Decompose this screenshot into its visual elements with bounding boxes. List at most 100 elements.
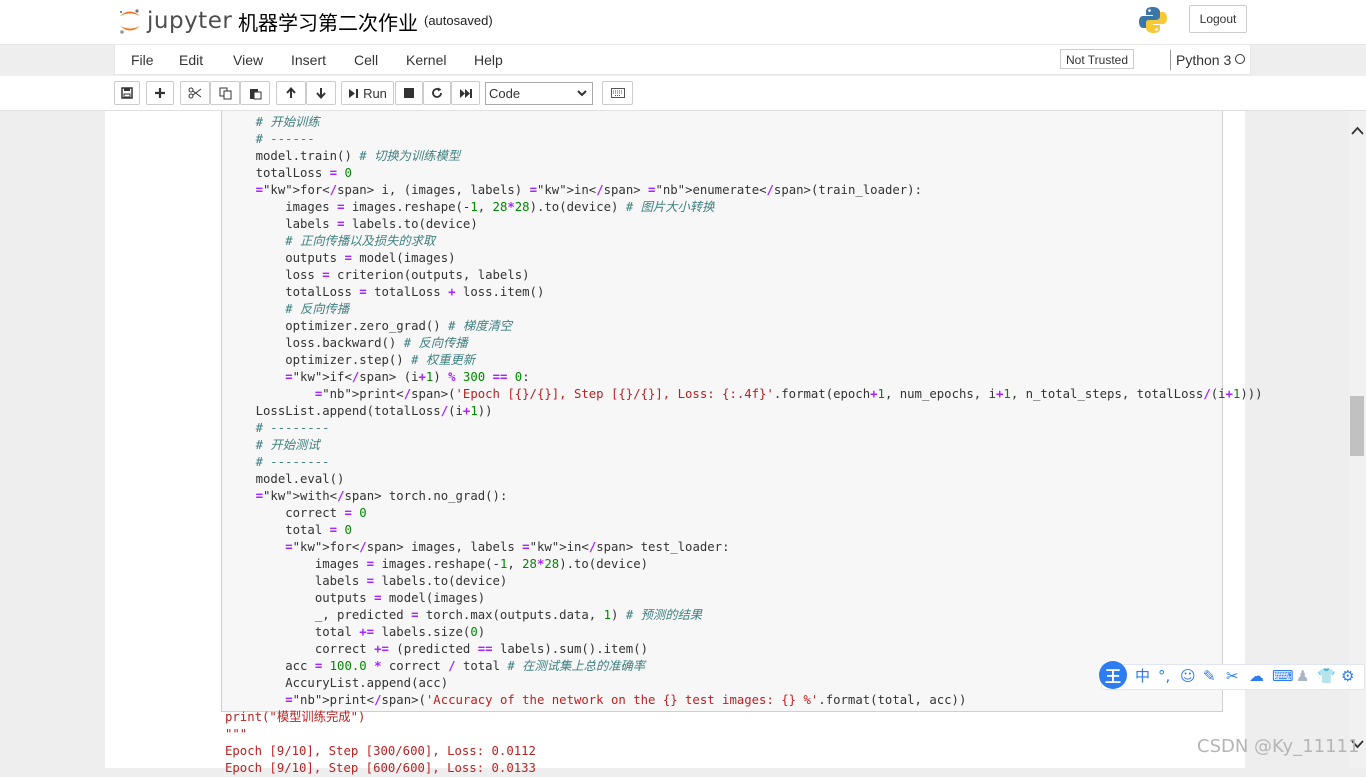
scrollbar-thumb[interactable] [1350, 396, 1364, 456]
code-line: # 反向传播 [285, 302, 350, 316]
code-line: # 正向传播以及损失的求取 [285, 234, 436, 248]
ime-punctuation-icon[interactable]: °, [1158, 668, 1170, 685]
ime-handwriting-icon[interactable]: ✎ [1203, 668, 1216, 685]
menu-edit[interactable]: Edit [179, 52, 203, 68]
logout-button[interactable]: Logout [1189, 5, 1247, 33]
code-line: images = images.reshape(-1, 28*28).to(de… [226, 557, 649, 571]
paste-button[interactable] [240, 81, 270, 105]
trust-status-button[interactable]: Not Trusted [1060, 49, 1135, 69]
restart-run-all-button[interactable] [451, 81, 480, 105]
watermark: CSDN @Ky_11111 [1197, 736, 1360, 757]
ime-screenshot-icon[interactable]: ✂ [1226, 668, 1239, 685]
ime-logo-icon[interactable]: 王 [1099, 661, 1127, 689]
command-palette-button[interactable] [602, 81, 633, 105]
code-line: ="kw">for</span> images, labels ="kw">in… [285, 540, 730, 554]
ime-skin-icon[interactable]: 👕 [1317, 668, 1336, 685]
step-forward-icon [349, 88, 359, 98]
code-line: LossList.append(totalLoss/(i+1)) [226, 404, 493, 418]
code-line: correct = 0 [226, 506, 367, 520]
copy-button[interactable] [210, 81, 240, 105]
code-line: labels = labels.to(device) [226, 574, 508, 588]
code-line: ="kw">if</span> (i+1) % 300 == 0: [285, 370, 530, 384]
save-icon [121, 87, 133, 99]
output-line: Epoch [9/10], Step [300/600], Loss: 0.01… [225, 744, 536, 758]
cell-type-value: Code [489, 86, 521, 101]
code-line: correct += (predicted == labels).sum().i… [226, 642, 649, 656]
fast-forward-icon [459, 88, 472, 98]
code-line: # ------ [255, 132, 315, 146]
cell-type-select[interactable]: Code [485, 82, 593, 105]
code-line: # -------- [255, 455, 330, 469]
kernel-separator [1170, 50, 1171, 70]
stop-icon [404, 88, 414, 98]
code-line: model.train() # 切换为训练模型 [226, 149, 461, 163]
code-line: labels = labels.to(device) [226, 217, 478, 231]
output-line: """ [225, 727, 248, 741]
ime-user-icon[interactable]: ♟ [1296, 668, 1309, 685]
code-line: acc = 100.0 * correct / total # 在测试集上总的准… [226, 659, 646, 673]
arrow-up-icon [286, 87, 296, 98]
ime-chinese-mode-icon[interactable]: 中 [1135, 668, 1150, 685]
paste-icon [249, 88, 261, 99]
code-line: model.eval() [226, 472, 345, 486]
refresh-icon [432, 87, 442, 98]
output-line: print("模型训练完成") [225, 710, 366, 724]
move-down-button[interactable] [306, 81, 336, 105]
python-logo-icon [1139, 7, 1167, 33]
output-line: Epoch [9/10], Step [600/600], Loss: 0.01… [225, 761, 536, 775]
code-line: loss.backward() # 反向传播 [226, 336, 468, 350]
ime-emoji-icon[interactable]: ☺ [1180, 668, 1196, 685]
copy-icon [219, 87, 231, 99]
code-line: ="nb">print</span>('Epoch [{}/{}], Step … [314, 387, 1263, 401]
code-line: ="nb">print</span>('Accuracy of the netw… [285, 693, 967, 707]
code-line: # 开始测试 [255, 438, 320, 452]
cut-button[interactable] [180, 81, 210, 105]
code-line: ="kw">for</span> i, (images, labels) ="k… [255, 183, 922, 197]
move-up-button[interactable] [276, 81, 306, 105]
code-line: images = images.reshape(-1, 28*28).to(de… [226, 200, 715, 214]
jupyter-orbit-icon [120, 9, 140, 34]
scissors-icon [188, 87, 202, 99]
code-line: total = 0 [226, 523, 352, 537]
menubar: File Edit View Insert Cell Kernel Help N… [114, 45, 1251, 75]
insert-cell-button[interactable] [146, 81, 174, 105]
arrow-down-icon [316, 88, 326, 99]
menu-insert[interactable]: Insert [291, 52, 326, 68]
logo-text: jupyter [147, 8, 233, 34]
code-line: # 开始训练 [255, 115, 320, 129]
toolbar: Run Code [0, 76, 1366, 111]
code-line: totalLoss = totalLoss + loss.item() [226, 285, 545, 299]
keyboard-icon [610, 88, 625, 98]
code-line: outputs = model(images) [226, 251, 456, 265]
code-line: totalLoss = 0 [226, 166, 352, 180]
jupyter-logo[interactable]: jupyter [117, 6, 232, 36]
restart-button[interactable] [423, 81, 451, 105]
header: jupyter 机器学习第二次作业 (autosaved) Logout [0, 0, 1366, 45]
notebook-name[interactable]: 机器学习第二次作业 [238, 7, 418, 36]
code-line: # -------- [255, 421, 330, 435]
save-button[interactable] [114, 81, 140, 105]
menu-help[interactable]: Help [474, 52, 503, 68]
ime-cloud-icon[interactable]: ☁ [1249, 668, 1264, 685]
ime-keyboard-icon[interactable]: ⌨ [1272, 668, 1294, 685]
code-line: _, predicted = torch.max(outputs.data, 1… [226, 608, 703, 622]
menu-view[interactable]: View [233, 52, 263, 68]
kernel-idle-icon [1235, 54, 1245, 64]
ime-settings-icon[interactable]: ⚙ [1341, 668, 1354, 685]
kernel-name[interactable]: Python 3 [1176, 52, 1231, 68]
chevron-down-icon [577, 90, 587, 97]
scroll-up-icon[interactable] [1351, 126, 1364, 136]
code-line: ="kw">with</span> torch.no_grad(): [255, 489, 508, 503]
interrupt-button[interactable] [395, 81, 423, 105]
run-button[interactable]: Run [341, 81, 394, 105]
code-line: optimizer.step() # 权重更新 [226, 353, 476, 367]
autosave-status: (autosaved) [424, 13, 493, 28]
menu-cell[interactable]: Cell [354, 52, 378, 68]
menu-kernel[interactable]: Kernel [406, 52, 446, 68]
code-line: optimizer.zero_grad() # 梯度清空 [226, 319, 513, 333]
code-line: total += labels.size(0) [226, 625, 486, 639]
code-line: loss = criterion(outputs, labels) [226, 268, 530, 282]
menu-file[interactable]: File [131, 52, 154, 68]
code-line: outputs = model(images) [226, 591, 486, 605]
plus-icon [155, 88, 165, 98]
